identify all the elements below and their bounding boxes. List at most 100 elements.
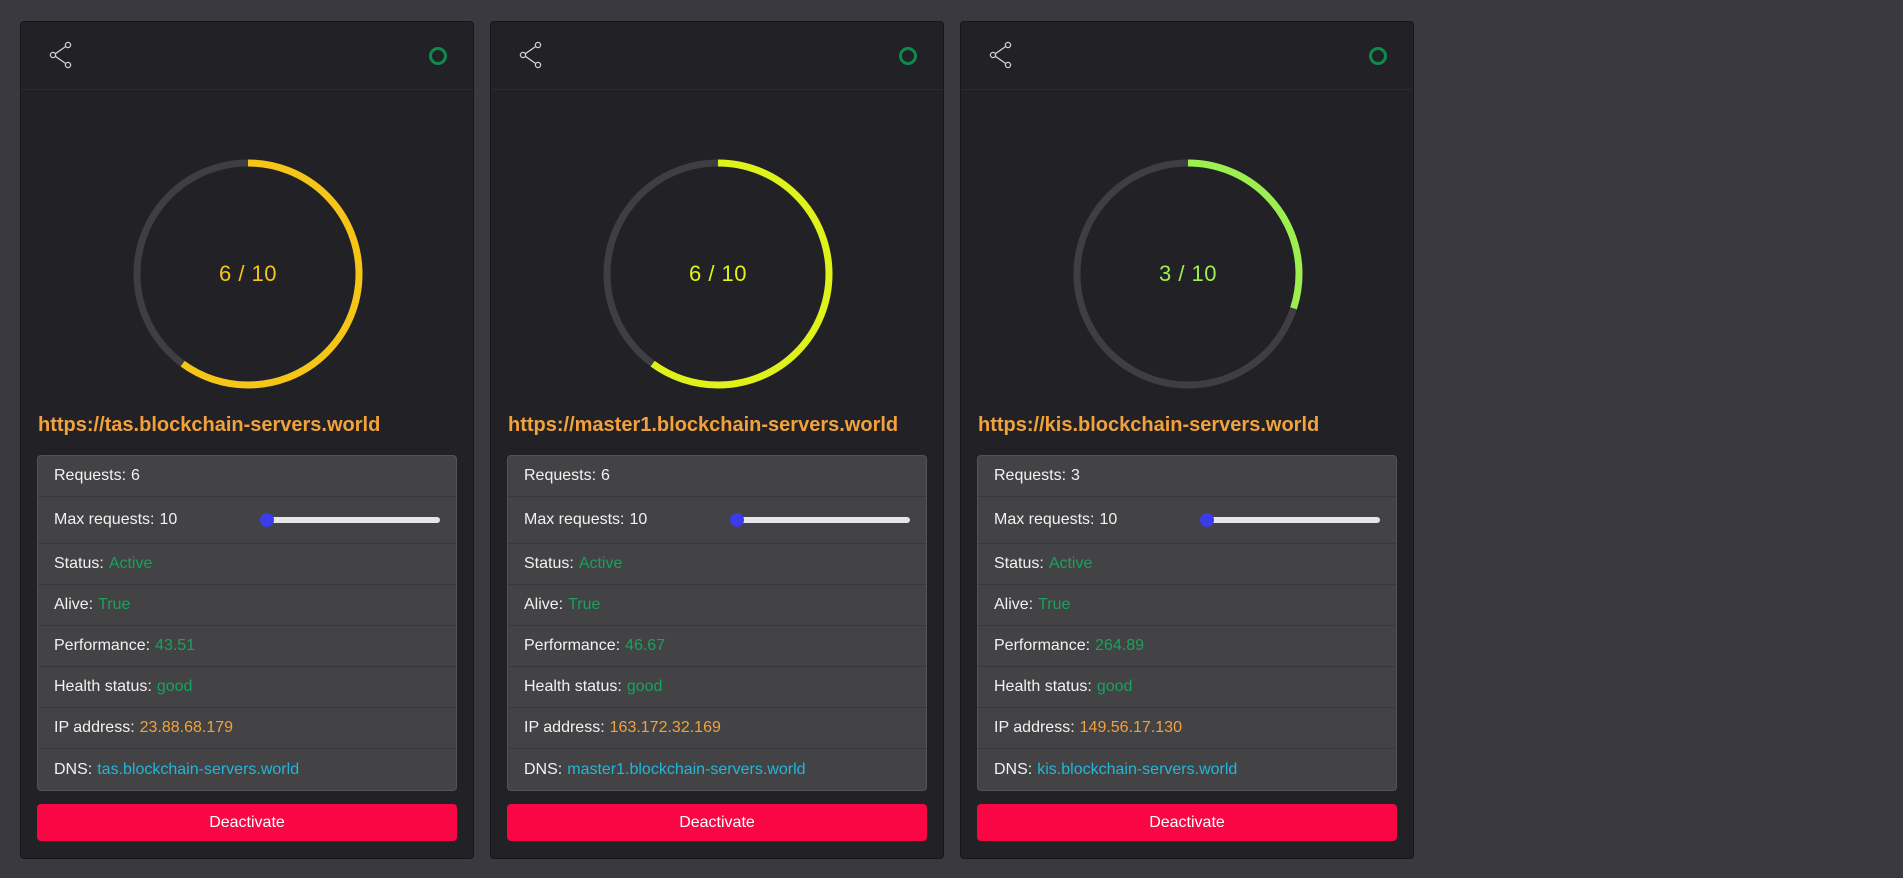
alive-row: Alive: True bbox=[38, 585, 456, 626]
status-row: Status: Active bbox=[978, 544, 1396, 585]
dns-value: tas.blockchain-servers.world bbox=[97, 760, 300, 778]
ip-label: IP address: bbox=[994, 719, 1075, 736]
health-value: good bbox=[626, 678, 663, 695]
deactivate-button[interactable]: Deactivate bbox=[507, 804, 927, 841]
alive-row: Alive: True bbox=[508, 585, 926, 626]
status-value: Active bbox=[108, 555, 153, 572]
performance-value: 264.89 bbox=[1095, 637, 1144, 654]
health-value: good bbox=[156, 678, 193, 695]
server-url: https://kis.blockchain-servers.world bbox=[978, 414, 1320, 436]
server-info-list: Requests: 3 Max requests: 10 Status: Acti… bbox=[977, 455, 1397, 791]
status-indicator-icon bbox=[429, 47, 447, 65]
dns-value: kis.blockchain-servers.world bbox=[1037, 760, 1238, 778]
dns-row: DNS: master1.blockchain-servers.world bbox=[508, 749, 926, 790]
gauge-value-text: 3 / 10 bbox=[1158, 261, 1218, 286]
share-icon[interactable] bbox=[48, 41, 74, 69]
ip-row: IP address: 23.88.68.179 bbox=[38, 708, 456, 749]
deactivate-button[interactable]: Deactivate bbox=[977, 804, 1397, 841]
requests-gauge: 3 / 10 bbox=[961, 89, 1413, 389]
server-url: https://tas.blockchain-servers.world bbox=[38, 414, 381, 436]
status-row: Status: Active bbox=[508, 544, 926, 585]
slider-track[interactable] bbox=[1200, 517, 1380, 523]
performance-row: Performance: 264.89 bbox=[978, 626, 1396, 667]
server-cards: 6 / 10 https://tas.blockchain-servers.wo… bbox=[20, 21, 1414, 859]
ip-value: 163.172.32.169 bbox=[609, 719, 721, 736]
slider-thumb[interactable] bbox=[1200, 513, 1214, 527]
performance-row: Performance: 43.51 bbox=[38, 626, 456, 667]
alive-value: True bbox=[568, 596, 601, 613]
performance-label: Performance: bbox=[994, 637, 1091, 654]
max-requests-slider[interactable] bbox=[1200, 511, 1380, 529]
requests-row: Requests: 3 bbox=[978, 456, 1396, 497]
slider-track[interactable] bbox=[260, 517, 440, 523]
server-info-list: Requests: 6 Max requests: 10 Status: Acti… bbox=[507, 455, 927, 791]
deactivate-button[interactable]: Deactivate bbox=[37, 804, 457, 841]
slider-track[interactable] bbox=[730, 517, 910, 523]
max-requests-label: Max requests: bbox=[994, 511, 1095, 528]
server-url: https://master1.blockchain-servers.world bbox=[508, 414, 899, 436]
server-card: 6 / 10 https://master1.blockchain-server… bbox=[490, 21, 944, 859]
requests-label: Requests: bbox=[524, 467, 597, 484]
alive-value: True bbox=[98, 596, 131, 613]
gauge-value-text: 6 / 10 bbox=[688, 261, 748, 286]
ip-label: IP address: bbox=[54, 719, 135, 736]
health-row: Health status: good bbox=[38, 667, 456, 708]
requests-value: 3 bbox=[1071, 467, 1080, 484]
max-requests-label: Max requests: bbox=[524, 511, 625, 528]
max-requests-slider[interactable] bbox=[260, 511, 440, 529]
alive-row: Alive: True bbox=[978, 585, 1396, 626]
max-requests-row: Max requests: 10 bbox=[38, 497, 456, 544]
requests-gauge: 6 / 10 bbox=[491, 89, 943, 389]
requests-row: Requests: 6 bbox=[508, 456, 926, 497]
requests-label: Requests: bbox=[994, 467, 1067, 484]
dns-row: DNS: kis.blockchain-servers.world bbox=[978, 749, 1396, 790]
alive-label: Alive: bbox=[54, 596, 94, 613]
performance-label: Performance: bbox=[54, 637, 151, 654]
health-value: good bbox=[1096, 678, 1133, 695]
max-requests-slider[interactable] bbox=[730, 511, 910, 529]
alive-label: Alive: bbox=[994, 596, 1034, 613]
server-card: 6 / 10 https://tas.blockchain-servers.wo… bbox=[20, 21, 474, 859]
share-icon[interactable] bbox=[518, 41, 544, 69]
health-label: Health status: bbox=[524, 678, 622, 695]
health-row: Health status: good bbox=[978, 667, 1396, 708]
max-requests-text: Max requests: 10 bbox=[54, 511, 177, 529]
dns-row: DNS: tas.blockchain-servers.world bbox=[38, 749, 456, 790]
performance-value: 43.51 bbox=[155, 637, 196, 654]
requests-value: 6 bbox=[601, 467, 610, 484]
performance-value: 46.67 bbox=[625, 637, 666, 654]
server-card: 3 / 10 https://kis.blockchain-servers.wo… bbox=[960, 21, 1414, 859]
max-requests-row: Max requests: 10 bbox=[978, 497, 1396, 544]
status-value: Active bbox=[1048, 555, 1093, 572]
requests-row: Requests: 6 bbox=[38, 456, 456, 497]
ip-value: 23.88.68.179 bbox=[139, 719, 234, 736]
dns-label: DNS: bbox=[524, 760, 563, 778]
ip-row: IP address: 149.56.17.130 bbox=[978, 708, 1396, 749]
max-requests-value: 10 bbox=[159, 511, 178, 528]
ip-label: IP address: bbox=[524, 719, 605, 736]
max-requests-value: 10 bbox=[629, 511, 648, 528]
alive-value: True bbox=[1038, 596, 1071, 613]
server-info-list: Requests: 6 Max requests: 10 Status: Acti… bbox=[37, 455, 457, 791]
max-requests-text: Max requests: 10 bbox=[524, 511, 647, 529]
requests-gauge: 6 / 10 bbox=[21, 89, 473, 389]
requests-label: Requests: bbox=[54, 467, 127, 484]
slider-thumb[interactable] bbox=[730, 513, 744, 527]
status-label: Status: bbox=[54, 555, 104, 572]
dns-value: master1.blockchain-servers.world bbox=[567, 760, 806, 778]
dns-label: DNS: bbox=[54, 760, 93, 778]
max-requests-value: 10 bbox=[1099, 511, 1118, 528]
share-icon[interactable] bbox=[988, 41, 1014, 69]
performance-row: Performance: 46.67 bbox=[508, 626, 926, 667]
slider-thumb[interactable] bbox=[260, 513, 274, 527]
alive-label: Alive: bbox=[524, 596, 564, 613]
max-requests-text: Max requests: 10 bbox=[994, 511, 1117, 529]
performance-label: Performance: bbox=[524, 637, 621, 654]
requests-value: 6 bbox=[131, 467, 140, 484]
health-label: Health status: bbox=[994, 678, 1092, 695]
ip-value: 149.56.17.130 bbox=[1079, 719, 1182, 736]
gauge-value-text: 6 / 10 bbox=[218, 261, 278, 286]
status-indicator-icon bbox=[1369, 47, 1387, 65]
status-row: Status: Active bbox=[38, 544, 456, 585]
max-requests-row: Max requests: 10 bbox=[508, 497, 926, 544]
